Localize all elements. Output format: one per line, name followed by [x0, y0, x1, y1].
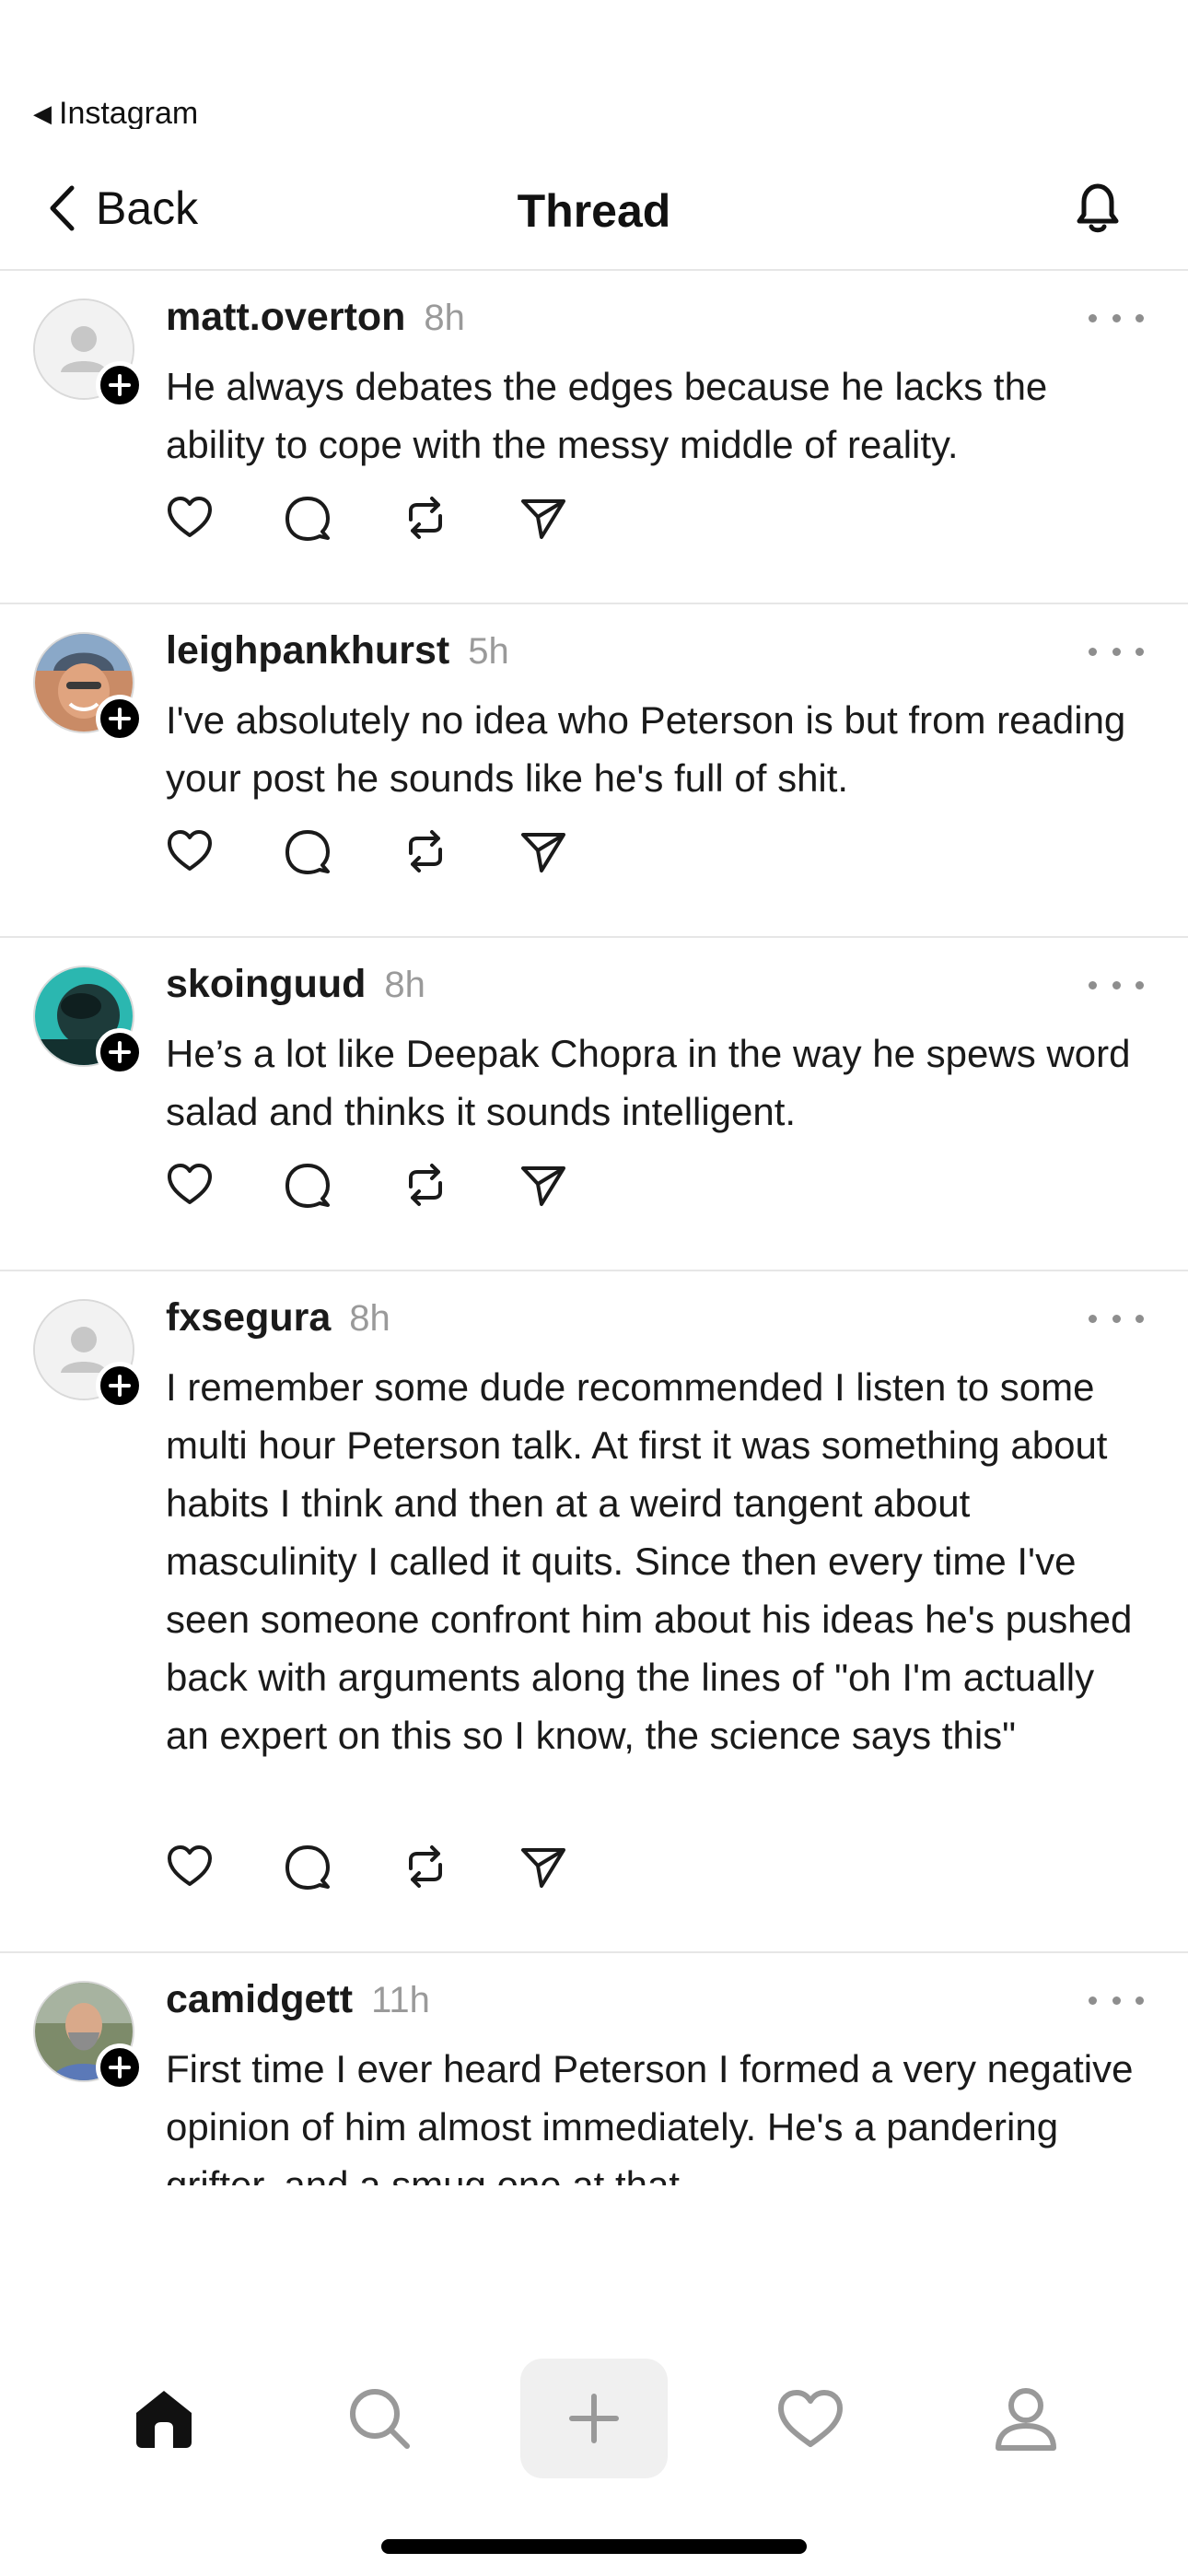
post-actions: [164, 492, 569, 544]
comment-icon[interactable]: [282, 825, 333, 877]
repost-icon[interactable]: [400, 492, 451, 544]
nav-compose[interactable]: [520, 2359, 668, 2478]
back-triangle-icon: ◀: [33, 100, 52, 127]
thread-reply: matt.overton 8h He always debates the ed…: [0, 271, 1188, 604]
avatar[interactable]: [33, 966, 144, 1076]
heart-icon[interactable]: [164, 1159, 215, 1211]
more-options-icon[interactable]: [1089, 304, 1144, 332]
back-label: Back: [96, 182, 199, 234]
nav-activity[interactable]: [737, 2359, 884, 2478]
more-options-icon[interactable]: [1089, 1305, 1144, 1332]
username[interactable]: camidgett: [166, 1977, 353, 2022]
thread-feed: matt.overton 8h He always debates the ed…: [0, 271, 1188, 2185]
bell-icon[interactable]: [1065, 175, 1131, 241]
post-text: He’s a lot like Deepak Chopra in the way…: [166, 1032, 1131, 1133]
bottom-tab-bar: [0, 2359, 1188, 2488]
avatar[interactable]: [33, 1981, 144, 2091]
header-bar: Back Thread: [0, 147, 1188, 271]
heart-icon[interactable]: [164, 1841, 215, 1892]
username[interactable]: skoinguud: [166, 962, 366, 1007]
username[interactable]: fxsegura: [166, 1295, 331, 1341]
post-actions: [164, 1159, 569, 1211]
follow-plus-icon[interactable]: [96, 1028, 144, 1076]
timestamp: 11h: [371, 1980, 430, 2020]
repost-icon[interactable]: [400, 825, 451, 877]
heart-icon[interactable]: [164, 825, 215, 877]
timestamp: 8h: [384, 965, 425, 1005]
home-icon: [136, 2391, 192, 2448]
nav-profile[interactable]: [952, 2359, 1100, 2478]
avatar[interactable]: [33, 632, 144, 743]
post-text: He always debates the edges because he l…: [166, 365, 1048, 466]
share-icon[interactable]: [518, 825, 569, 877]
share-icon[interactable]: [518, 1841, 569, 1892]
repost-icon[interactable]: [400, 1159, 451, 1211]
heart-icon[interactable]: [164, 492, 215, 544]
back-button[interactable]: Back: [48, 179, 198, 238]
back-to-app-label: Instagram: [59, 98, 199, 129]
profile-icon: [996, 2388, 1056, 2451]
nav-home[interactable]: [90, 2359, 238, 2478]
thread-reply: skoinguud 8h He’s a lot like Deepak Chop…: [0, 938, 1188, 1271]
post-text: I've absolutely no idea who Peterson is …: [166, 698, 1126, 800]
follow-plus-icon[interactable]: [96, 1362, 144, 1410]
chevron-left-icon: [50, 185, 75, 231]
post-text: I remember some dude recommended I liste…: [166, 1365, 1133, 1757]
more-options-icon[interactable]: [1089, 1986, 1144, 2014]
search-icon: [350, 2389, 410, 2449]
comment-icon[interactable]: [282, 1159, 333, 1211]
post-text: First time I ever heard Peterson I forme…: [166, 2047, 1134, 2185]
comment-icon[interactable]: [282, 1841, 333, 1892]
follow-plus-icon[interactable]: [96, 695, 144, 743]
home-indicator[interactable]: [381, 2539, 807, 2554]
follow-plus-icon[interactable]: [96, 361, 144, 409]
timestamp: 5h: [468, 631, 509, 672]
thread-reply: camidgett 11h First time I ever heard Pe…: [0, 1953, 1188, 2185]
comment-icon[interactable]: [282, 492, 333, 544]
repost-icon[interactable]: [400, 1841, 451, 1892]
follow-plus-icon[interactable]: [96, 2043, 144, 2091]
username[interactable]: leighpankhurst: [166, 628, 449, 673]
post-actions: [164, 825, 569, 877]
share-icon[interactable]: [518, 1159, 569, 1211]
thread-reply: leighpankhurst 5h I've absolutely no ide…: [0, 604, 1188, 938]
timestamp: 8h: [424, 298, 465, 338]
more-options-icon[interactable]: [1089, 638, 1144, 665]
avatar[interactable]: [33, 299, 144, 409]
nav-search[interactable]: [306, 2359, 453, 2478]
post-actions: [164, 1841, 569, 1892]
share-icon[interactable]: [518, 492, 569, 544]
compose-plus-icon: [569, 2394, 619, 2443]
timestamp: 8h: [349, 1298, 390, 1339]
username[interactable]: matt.overton: [166, 295, 405, 340]
more-options-icon[interactable]: [1089, 971, 1144, 999]
activity-heart-icon: [778, 2390, 843, 2447]
avatar[interactable]: [33, 1299, 144, 1410]
back-to-app-link[interactable]: ◀ Instagram: [33, 98, 198, 129]
thread-reply: fxsegura 8h I remember some dude recomme…: [0, 1271, 1188, 1953]
